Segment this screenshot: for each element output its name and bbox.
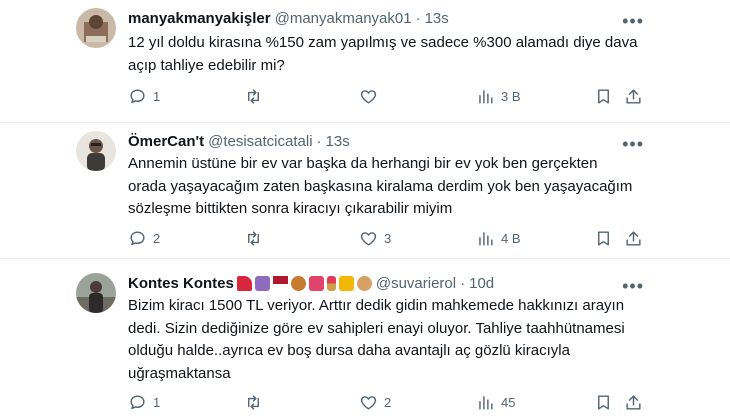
tweet-text-line: uğraşmaktansa xyxy=(128,364,231,382)
share-icon xyxy=(626,230,641,246)
analytics-icon xyxy=(479,89,493,104)
heart-icon xyxy=(360,395,377,410)
timestamp[interactable]: 10d xyxy=(469,275,494,292)
retweet-button[interactable] xyxy=(244,392,269,412)
analytics-icon xyxy=(479,231,493,246)
author-name[interactable]: manyakmanyakişler xyxy=(128,10,271,27)
violin-icon xyxy=(290,276,306,291)
reply-icon xyxy=(130,88,145,103)
retweet-icon xyxy=(248,88,259,104)
share-icon xyxy=(626,88,641,104)
timestamp[interactable]: 13s xyxy=(425,10,449,27)
tweet-text: Bizim kiracı 1500 TL veriyor. Arttır ded… xyxy=(128,295,658,385)
bookmark-button[interactable] xyxy=(594,228,613,248)
action-bar: 1 3 B xyxy=(128,86,648,106)
like-count: 2 xyxy=(384,394,392,410)
views-count: 4 B xyxy=(501,230,521,246)
more-options-icon[interactable]: ••• xyxy=(622,135,644,153)
crown-icon xyxy=(338,276,354,291)
views-button[interactable]: 3 B xyxy=(476,86,521,106)
reply-icon xyxy=(130,394,145,409)
timestamp[interactable]: 13s xyxy=(326,133,350,150)
avatar[interactable] xyxy=(76,273,116,313)
bookmark-icon xyxy=(598,88,609,104)
share-button[interactable] xyxy=(624,86,643,106)
share-button[interactable] xyxy=(624,228,643,248)
tweet-text-line: orada yaşayacağım zaten başkasına kirala… xyxy=(128,177,633,195)
reply-button[interactable]: 1 xyxy=(128,392,160,412)
reply-icon xyxy=(130,230,145,245)
high-heel-icon xyxy=(236,276,252,291)
separator: · xyxy=(460,275,466,292)
tweet-text-line: Annemin üstüne bir ev var başka da herha… xyxy=(128,155,598,172)
author-handle[interactable]: @manyakmanyak01 xyxy=(275,10,412,27)
retweet-button[interactable] xyxy=(244,86,269,106)
tweet-text: Annemin üstüne bir ev var başka da herha… xyxy=(128,153,658,221)
separator: · xyxy=(415,10,421,27)
views-count: 45 xyxy=(501,394,516,410)
reply-count: 1 xyxy=(153,88,161,104)
tweet-text-line: açıp tahliye edebilir mi? xyxy=(128,56,285,74)
author-handle[interactable]: @tesisatcicatali xyxy=(208,133,312,150)
views-count: 3 B xyxy=(501,88,521,104)
tweet[interactable]: ÖmerCan't @tesisatcicatali · 13s ••• Ann… xyxy=(0,123,730,258)
like-button[interactable]: 3 xyxy=(359,228,391,248)
tweet-text-line: Bizim kiracı 1500 TL veriyor. Arttır ded… xyxy=(128,297,625,314)
retweet-button[interactable] xyxy=(244,228,269,248)
name-emojis xyxy=(236,276,372,291)
retweet-icon xyxy=(248,230,259,246)
tweet-text-line: sözleşme bittikten sonra kiracıyı çıkara… xyxy=(128,200,453,217)
more-options-icon[interactable]: ••• xyxy=(622,12,644,30)
action-bar: 1 2 45 xyxy=(128,392,648,412)
heart-icon xyxy=(360,89,377,104)
tweet[interactable]: manyakmanyakişler @manyakmanyak01 · 13s … xyxy=(0,0,730,122)
wine-glass-icon xyxy=(272,276,288,291)
like-button[interactable] xyxy=(359,86,384,106)
purse-icon xyxy=(308,276,324,291)
lipstick-icon xyxy=(326,276,336,291)
avatar[interactable] xyxy=(76,8,116,48)
palette-icon xyxy=(356,276,372,291)
bookmark-button[interactable] xyxy=(594,392,613,412)
bookmark-icon xyxy=(598,230,609,246)
share-icon xyxy=(626,394,641,410)
analytics-icon xyxy=(479,395,493,410)
bookmark-icon xyxy=(598,394,609,410)
tweet-text-line: olduğu halde..ayrıca ev boş dursa daha a… xyxy=(128,342,570,359)
reply-count: 1 xyxy=(153,394,161,410)
share-button[interactable] xyxy=(624,392,643,412)
views-button[interactable]: 45 xyxy=(476,392,515,412)
author-handle[interactable]: @suvarierol xyxy=(376,275,456,292)
author-name[interactable]: Kontes Kontes xyxy=(128,275,234,292)
retweet-icon xyxy=(248,394,259,410)
like-count: 3 xyxy=(384,230,392,246)
tweet[interactable]: Kontes Kontes @suvarierol · 10d ••• Bizi… xyxy=(0,259,730,420)
tweet-text: 12 yıl doldu kirasına %150 zam yapılmış … xyxy=(128,32,658,77)
more-options-icon[interactable]: ••• xyxy=(622,277,644,295)
action-bar: 2 3 4 B xyxy=(128,228,648,248)
reply-button[interactable]: 2 xyxy=(128,228,160,248)
views-button[interactable]: 4 B xyxy=(476,228,521,248)
separator: · xyxy=(316,133,322,150)
avatar[interactable] xyxy=(76,131,116,171)
tweet-text-line: dedi. Sizin dediğinize göre ev sahipleri… xyxy=(128,319,625,337)
reply-count: 2 xyxy=(153,230,161,246)
author-name[interactable]: ÖmerCan't xyxy=(128,133,204,150)
tweet-text-line: 12 yıl doldu kirasına %150 zam yapılmış … xyxy=(128,34,638,51)
reply-button[interactable]: 1 xyxy=(128,86,160,106)
handbag-icon xyxy=(254,276,270,291)
like-button[interactable]: 2 xyxy=(359,392,391,412)
bookmark-button[interactable] xyxy=(594,86,613,106)
heart-icon xyxy=(360,231,377,246)
